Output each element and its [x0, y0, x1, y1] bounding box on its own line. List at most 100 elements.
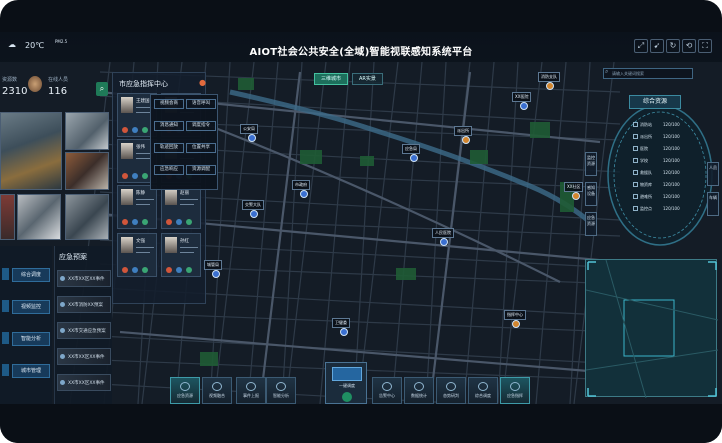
map-marker-icon[interactable] [212, 270, 220, 278]
map-marker-icon[interactable] [440, 238, 448, 246]
tab-3d-city[interactable]: 三维城市 [314, 73, 349, 85]
message-icon[interactable] [186, 267, 192, 273]
message-icon[interactable] [142, 219, 148, 225]
bottom-tab[interactable]: 智能分析 [266, 377, 296, 404]
map-marker-icon[interactable] [300, 190, 308, 198]
camera-feed-2[interactable] [65, 112, 109, 150]
call-icon[interactable] [166, 267, 172, 273]
checkbox[interactable] [633, 158, 638, 163]
mini-map[interactable] [585, 259, 719, 399]
resource-row[interactable]: 消防站 120/100 [633, 120, 683, 130]
camera-feed-5[interactable] [17, 194, 61, 240]
bottom-tab[interactable]: 应急资源 [170, 377, 200, 404]
checkbox[interactable] [633, 206, 638, 211]
resource-row[interactable]: 物资库 120/100 [633, 180, 683, 190]
menu-item[interactable]: 位置共享 [186, 143, 216, 153]
menu-item[interactable]: 消息通知 [154, 121, 184, 131]
person-card[interactable]: 陈静 [117, 185, 157, 229]
checkbox[interactable] [633, 182, 638, 187]
map-marker-icon[interactable] [410, 154, 418, 162]
bottom-tab[interactable]: 视频融合 [202, 377, 232, 404]
resource-row[interactable]: 救援队 120/100 [633, 168, 683, 178]
person-card[interactable]: 孙红 [161, 233, 201, 277]
refresh-icon[interactable]: ↻ [666, 39, 680, 53]
menu-item[interactable]: 调度指令 [186, 121, 216, 131]
resource-row[interactable]: 医院 120/100 [633, 144, 683, 154]
call-icon[interactable] [166, 219, 172, 225]
video-icon[interactable] [132, 173, 138, 179]
menu-item[interactable]: 应急响应 [154, 165, 184, 175]
list-item[interactable]: XX市消防XX预案 [57, 296, 111, 313]
bottom-tab[interactable]: 告警中心 [372, 377, 402, 404]
checkbox[interactable] [633, 146, 638, 151]
checkbox[interactable] [633, 170, 638, 175]
function-button-1[interactable]: 综合调度 [12, 268, 50, 282]
video-icon[interactable] [176, 267, 182, 273]
map-marker-icon[interactable] [340, 328, 348, 336]
resource-search-input[interactable]: 请输入关键词搜索 [603, 68, 693, 79]
checkbox[interactable] [633, 134, 638, 139]
video-icon[interactable] [132, 219, 138, 225]
list-item[interactable]: XX市交通应急预案 [57, 322, 111, 339]
side-tab-left-1[interactable]: 监控资源 [585, 152, 597, 176]
map-marker-icon[interactable] [546, 82, 554, 90]
map-marker-icon[interactable] [572, 192, 580, 200]
video-icon[interactable] [176, 219, 182, 225]
bottom-tab[interactable]: 综合调度 [468, 377, 498, 404]
camera-feed-1[interactable] [0, 112, 62, 190]
side-tab-right-2[interactable]: 车辆 [707, 192, 719, 216]
search-button[interactable]: ⌕ [96, 82, 108, 96]
side-tab-right-1[interactable]: 人员 [707, 162, 719, 186]
bottom-tab[interactable]: 应急指挥 [500, 377, 530, 404]
expand-icon[interactable]: ⤢ [634, 39, 648, 53]
function-button-3[interactable]: 智能分析 [12, 332, 50, 346]
person-card[interactable]: 赵丽 [161, 185, 201, 229]
camera-feed-3[interactable] [65, 152, 109, 190]
function-button-2[interactable]: 视频监控 [12, 300, 50, 314]
menu-item[interactable]: 视频会商 [154, 99, 184, 109]
message-icon[interactable] [142, 127, 148, 133]
side-tab-left-2[interactable]: 感知设备 [585, 182, 597, 206]
menu-item[interactable]: 语音呼叫 [186, 99, 216, 109]
map-marker-icon[interactable] [520, 102, 528, 110]
call-icon[interactable] [122, 127, 128, 133]
list-item[interactable]: XX市XX区XX事件 [57, 348, 111, 365]
bottom-tab[interactable]: 数据统计 [404, 377, 434, 404]
avatar[interactable] [28, 76, 42, 92]
camera-feed-4[interactable] [0, 194, 15, 240]
video-icon[interactable] [132, 267, 138, 273]
bottom-tab[interactable]: 事件上报 [236, 377, 266, 404]
message-icon[interactable] [142, 267, 148, 273]
fullscreen-icon[interactable]: ⛶ [698, 39, 712, 53]
side-tab-left-3[interactable]: 应急资源 [585, 212, 597, 236]
checkbox[interactable] [633, 122, 638, 127]
resource-row[interactable]: 监控点 120/100 [633, 204, 683, 214]
menu-item[interactable]: 轨迹回放 [154, 143, 184, 153]
map-marker-icon[interactable] [248, 134, 256, 142]
call-icon[interactable] [122, 173, 128, 179]
list-item[interactable]: XX市XX区XX事件 [57, 374, 111, 391]
call-icon[interactable] [122, 267, 128, 273]
resource-row[interactable]: 学校 120/100 [633, 156, 683, 166]
resource-row[interactable]: 避难所 120/100 [633, 192, 683, 202]
person-card[interactable]: 文强 [117, 233, 157, 277]
checkbox[interactable] [633, 194, 638, 199]
list-item[interactable]: XX市XX区XX事件 [57, 270, 111, 287]
quick-dispatch-button[interactable]: 一键调度 [325, 362, 367, 404]
message-icon[interactable] [186, 219, 192, 225]
video-icon[interactable] [132, 127, 138, 133]
rotate-icon[interactable]: ⟲ [682, 39, 696, 53]
map-marker-icon[interactable] [512, 320, 520, 328]
message-icon[interactable] [142, 173, 148, 179]
map-marker-icon[interactable] [462, 136, 470, 144]
pointer-icon[interactable]: ➹ [650, 39, 664, 53]
tab-ar-view[interactable]: AR实景 [352, 73, 383, 85]
bottom-tab[interactable]: 态势研判 [436, 377, 466, 404]
resource-row[interactable]: 派出所 120/100 [633, 132, 683, 142]
call-icon[interactable] [122, 219, 128, 225]
menu-item[interactable]: 资源调配 [186, 165, 216, 175]
alert-icon[interactable]: ● [199, 78, 206, 87]
function-button-4[interactable]: 城市管理 [12, 364, 50, 378]
camera-feed-6[interactable] [65, 194, 109, 240]
map-marker-icon[interactable] [250, 210, 258, 218]
